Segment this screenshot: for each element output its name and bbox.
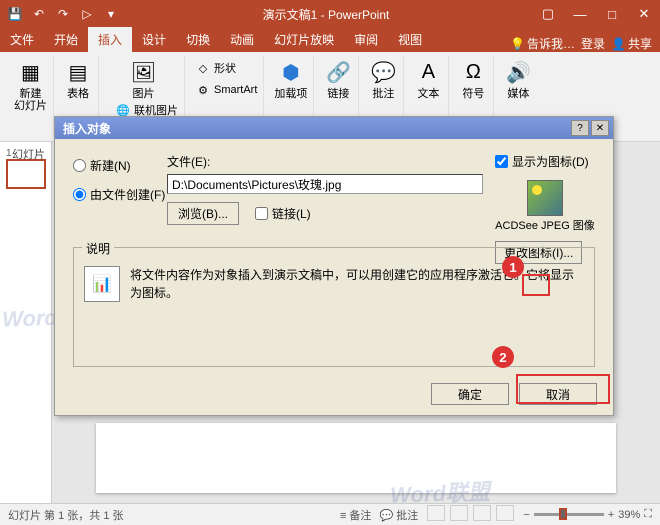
share-button[interactable]: 👤共享 <box>611 35 652 52</box>
slide-canvas[interactable] <box>96 423 616 493</box>
tab-transitions[interactable]: 切换 <box>176 27 220 52</box>
fit-to-window-icon[interactable]: ⛶ <box>644 508 652 521</box>
addins-button[interactable]: ⬢ 加载项 <box>274 58 307 100</box>
media-button[interactable]: 🔊 媒体 <box>504 58 532 100</box>
text-icon: A <box>414 58 442 86</box>
window-buttons: ▢ — □ ✕ <box>532 0 660 28</box>
smartart-button[interactable]: ⚙SmartArt <box>195 80 257 100</box>
new-slide-button[interactable]: ▦ 新建 幻灯片 <box>14 58 47 112</box>
file-path-input[interactable] <box>167 174 483 194</box>
close-icon[interactable]: ✕ <box>628 0 660 28</box>
dialog-titlebar: 插入对象 ? ✕ <box>55 117 613 139</box>
icon-preview: ACDSee JPEG 图像 <box>495 180 595 233</box>
bulb-icon: 💡 <box>510 37 525 51</box>
tab-animations[interactable]: 动画 <box>220 27 264 52</box>
ribbon-tabs: 文件 开始 插入 设计 切换 动画 幻灯片放映 审阅 视图 💡告诉我… 登录 👤… <box>0 28 660 52</box>
undo-icon[interactable]: ↶ <box>30 5 48 23</box>
symbol-button[interactable]: Ω 符号 <box>459 58 487 100</box>
tab-view[interactable]: 视图 <box>388 27 432 52</box>
redo-icon[interactable]: ↷ <box>54 5 72 23</box>
comment-button[interactable]: 💬 批注 <box>369 58 397 100</box>
display-as-icon-checkbox[interactable]: 显示为图标(D) <box>495 153 595 170</box>
slide-thumbnails: 1 <box>0 142 52 503</box>
cancel-button[interactable]: 取消 <box>519 383 597 405</box>
signin-link[interactable]: 登录 <box>581 35 605 52</box>
notes-button[interactable]: ≡ 备注 <box>340 507 371 523</box>
link-button[interactable]: 🔗 链接 <box>324 58 352 100</box>
zoom-in-button[interactable]: + <box>608 509 614 521</box>
maximize-icon[interactable]: □ <box>596 0 628 28</box>
picture-icon: 🖼 <box>130 58 158 86</box>
slideshow-icon[interactable]: ▷ <box>78 5 96 23</box>
zoom-control: − + 39% ⛶ <box>523 508 652 521</box>
link-checkbox[interactable]: 链接(L) <box>255 205 311 222</box>
tab-slideshow[interactable]: 幻灯片放映 <box>264 27 344 52</box>
media-icon: 🔊 <box>504 58 532 86</box>
sorter-view-icon[interactable] <box>450 505 468 521</box>
radio-new[interactable]: 新建(N) <box>73 157 165 174</box>
tab-review[interactable]: 审阅 <box>344 27 388 52</box>
symbol-icon: Ω <box>459 58 487 86</box>
share-icon: 👤 <box>611 37 626 51</box>
view-buttons <box>426 505 515 524</box>
dialog-help-button[interactable]: ? <box>571 120 589 136</box>
title-bar: 💾 ↶ ↷ ▷ ▾ 演示文稿1 - PowerPoint ▢ — □ ✕ <box>0 0 660 28</box>
tab-home[interactable]: 开始 <box>44 27 88 52</box>
table-icon: ▤ <box>64 58 92 86</box>
slide-thumbnail-1[interactable] <box>6 159 46 189</box>
description-legend: 说明 <box>82 240 114 257</box>
link-icon: 🔗 <box>324 58 352 86</box>
callout-2: 2 <box>492 346 514 368</box>
new-slide-icon: ▦ <box>17 58 45 86</box>
zoom-slider[interactable] <box>534 513 604 516</box>
callout-1: 1 <box>502 256 524 278</box>
slides-panel-label: 幻灯片 <box>12 146 45 162</box>
ok-button[interactable]: 确定 <box>431 383 509 405</box>
file-label: 文件(E): <box>167 153 483 170</box>
acdsee-icon <box>527 180 563 216</box>
save-icon[interactable]: 💾 <box>6 5 24 23</box>
tellme[interactable]: 💡告诉我… <box>510 35 575 52</box>
normal-view-icon[interactable] <box>427 505 445 521</box>
browse-button[interactable]: 浏览(B)... <box>167 202 239 225</box>
zoom-out-button[interactable]: − <box>523 509 529 521</box>
smartart-icon: ⚙ <box>195 82 211 98</box>
ribbon-display-icon[interactable]: ▢ <box>532 0 564 28</box>
qat-more-icon[interactable]: ▾ <box>102 5 120 23</box>
slide-count-label: 幻灯片 第 1 张，共 1 张 <box>8 507 340 523</box>
quick-access-toolbar: 💾 ↶ ↷ ▷ ▾ <box>0 5 120 23</box>
addins-icon: ⬢ <box>277 58 305 86</box>
comments-button[interactable]: 💬 批注 <box>379 507 418 523</box>
minimize-icon[interactable]: — <box>564 0 596 28</box>
insert-object-dialog: 插入对象 ? ✕ 新建(N) 由文件创建(F) 文件(E): 浏览(B)... … <box>54 116 614 416</box>
shapes-button[interactable]: ◇形状 <box>195 58 257 78</box>
status-bar: 幻灯片 第 1 张，共 1 张 ≡ 备注 💬 批注 − + 39% ⛶ <box>0 503 660 525</box>
text-button[interactable]: A 文本 <box>414 58 442 100</box>
tab-file[interactable]: 文件 <box>0 27 44 52</box>
shapes-icon: ◇ <box>195 60 211 76</box>
description-icon: 📊 <box>84 266 120 302</box>
icon-caption: ACDSee JPEG 图像 <box>495 220 595 233</box>
tab-insert[interactable]: 插入 <box>88 27 132 52</box>
tab-design[interactable]: 设计 <box>132 27 176 52</box>
comment-icon: 💬 <box>369 58 397 86</box>
picture-button[interactable]: 🖼 图片 <box>130 58 158 100</box>
reading-view-icon[interactable] <box>473 505 491 521</box>
dialog-close-button[interactable]: ✕ <box>591 120 609 136</box>
radio-from-file[interactable]: 由文件创建(F) <box>73 186 165 203</box>
window-title: 演示文稿1 - PowerPoint <box>120 6 532 23</box>
slideshow-view-icon[interactable] <box>496 505 514 521</box>
table-button[interactable]: ▤ 表格 <box>64 58 92 100</box>
dialog-title: 插入对象 <box>59 120 571 137</box>
zoom-value[interactable]: 39% <box>618 509 640 521</box>
